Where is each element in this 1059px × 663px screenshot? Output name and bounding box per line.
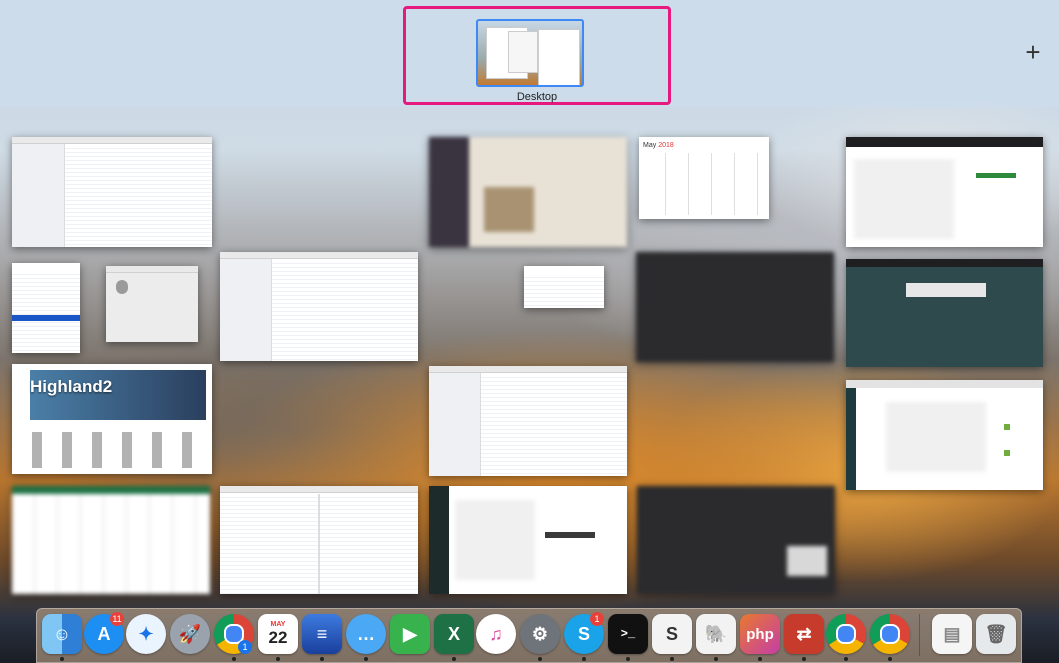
add-space-button[interactable]: + xyxy=(1019,38,1047,66)
finder-icon[interactable]: ☺ xyxy=(42,614,82,654)
finder-window-1[interactable] xyxy=(12,137,212,247)
finder-window-4[interactable] xyxy=(220,486,418,594)
finder-window-3[interactable] xyxy=(429,366,627,476)
calendar-window[interactable]: May 2018 xyxy=(639,137,769,219)
document-icon[interactable]: ▤ xyxy=(932,614,972,654)
itunes-icon[interactable]: ♫ xyxy=(476,614,516,654)
messages-icon[interactable]: … xyxy=(346,614,386,654)
remote-desktop-icon[interactable]: ⇄ xyxy=(784,614,824,654)
dark-window-2[interactable] xyxy=(637,486,835,594)
calendar-month-label: May xyxy=(643,142,657,149)
excel-icon[interactable]: X xyxy=(434,614,474,654)
desktop-space-highlight[interactable]: Desktop xyxy=(403,6,671,105)
php-icon[interactable]: php xyxy=(740,614,780,654)
facetime-icon[interactable]: ▶ xyxy=(390,614,430,654)
highland-window[interactable]: Highland2 xyxy=(12,364,212,474)
chrome-badge: 1 xyxy=(238,640,252,654)
calendar-icon-month: MAY xyxy=(270,620,286,628)
excel-window[interactable] xyxy=(12,486,210,594)
evernote-icon[interactable]: 🐘 xyxy=(696,614,736,654)
dark-window-1[interactable] xyxy=(636,252,834,362)
chrome-icon[interactable] xyxy=(870,614,910,654)
terminal-icon[interactable]: >_ xyxy=(608,614,648,654)
highland-title: Highland2 xyxy=(30,377,113,396)
trash-icon[interactable]: 🗑 xyxy=(976,614,1016,654)
error-page-window[interactable] xyxy=(846,259,1043,367)
scrivener-icon[interactable]: S xyxy=(652,614,692,654)
blurred-window-1[interactable] xyxy=(429,137,627,247)
browser-window-2[interactable] xyxy=(846,380,1043,490)
browser-window-1[interactable] xyxy=(846,137,1043,247)
app-store-badge: 11 xyxy=(110,612,124,626)
launchpad-icon[interactable]: 🚀 xyxy=(170,614,210,654)
finder-window-2[interactable] xyxy=(220,252,418,361)
notes-window[interactable] xyxy=(12,263,80,353)
chrome-canary-icon[interactable] xyxy=(826,614,866,654)
safari-icon[interactable]: ✦ xyxy=(126,614,166,654)
desktop-space-label: Desktop xyxy=(516,91,558,103)
gear-icon[interactable]: ⚙ xyxy=(520,614,560,654)
calendar-year-label: 2018 xyxy=(658,142,674,149)
calendar-icon[interactable]: MAY 22 xyxy=(258,614,298,654)
dock-separator xyxy=(919,614,920,656)
preferences-window[interactable] xyxy=(106,266,198,342)
text-window[interactable] xyxy=(524,266,604,308)
app-window[interactable] xyxy=(429,486,627,594)
calendar-icon-day: 22 xyxy=(268,627,288,647)
spaces-bar: Desktop + xyxy=(0,0,1059,107)
notes-icon[interactable]: ≡ xyxy=(302,614,342,654)
desktop-space-thumbnail[interactable] xyxy=(476,19,584,87)
skype-badge: 1 xyxy=(590,612,604,626)
